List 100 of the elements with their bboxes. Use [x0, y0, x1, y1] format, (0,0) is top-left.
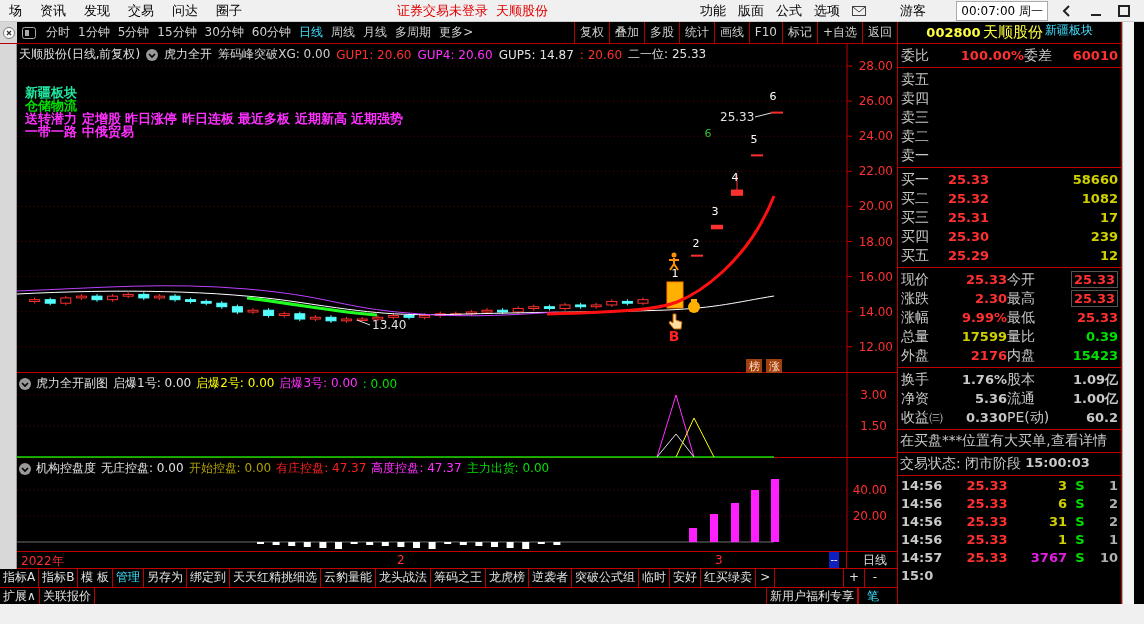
bid-label: 买三: [901, 208, 929, 227]
period-tab[interactable]: 30分钟: [200, 24, 248, 41]
date-label: 2: [397, 553, 405, 567]
formula-tab[interactable]: 临时: [639, 569, 671, 587]
date-label: 3: [715, 553, 723, 567]
tick-volume: 3: [1056, 477, 1067, 493]
sector-tag[interactable]: 新疆板块: [1044, 22, 1093, 39]
menu-item[interactable]: 圈子: [207, 1, 251, 20]
candlestick: [771, 111, 783, 114]
period-tab[interactable]: 5分钟: [113, 24, 154, 41]
candlestick: [751, 154, 763, 157]
menu-item[interactable]: 功能: [694, 1, 733, 20]
formula-tab[interactable]: 天天红精挑细选: [230, 569, 322, 587]
formula-tab[interactable]: 云豹量能: [321, 569, 377, 587]
scroll-bar[interactable]: [1122, 22, 1134, 604]
stock-code: 002800: [926, 25, 981, 40]
period-tab[interactable]: 周线: [327, 24, 360, 41]
maximize-icon[interactable]: [1116, 2, 1132, 19]
more-tabs-button[interactable]: >: [756, 569, 776, 587]
formula-tab[interactable]: 指标A: [0, 569, 40, 587]
zoom-button[interactable]: -: [864, 569, 885, 587]
field-value: 5.36: [973, 391, 1007, 406]
period-tab[interactable]: 60分钟: [247, 24, 296, 41]
candlestick: [169, 293, 181, 303]
formula-tab[interactable]: 逆袭者: [529, 569, 573, 587]
toolbar-button[interactable]: 叠加: [608, 22, 644, 43]
mail-icon[interactable]: [852, 5, 867, 16]
wave-number: 5: [750, 133, 758, 146]
toolbar-button[interactable]: 统计: [678, 22, 714, 43]
panel-toggle-icon[interactable]: [22, 26, 36, 39]
formula-tab[interactable]: 龙头战法: [376, 569, 432, 587]
toolbar-button[interactable]: 多股: [643, 22, 679, 43]
candlestick: [450, 311, 462, 317]
formula-tab[interactable]: 另存为: [144, 569, 188, 587]
tick-side: S: [1074, 531, 1086, 547]
axis-label: 14.00: [858, 304, 893, 319]
bid-price: 25.30: [946, 229, 989, 244]
tick-time: 14:57: [901, 549, 944, 565]
axis-label: 18.00: [858, 234, 893, 249]
candlestick: [372, 314, 384, 322]
field-value: 0.39: [1084, 329, 1118, 344]
chevron-icon[interactable]: [19, 462, 31, 475]
formula-tab[interactable]: 模 板: [78, 569, 114, 587]
leader-line: [356, 319, 371, 326]
user-name[interactable]: 游客: [900, 1, 927, 20]
indicator-name[interactable]: 机构控盘度: [36, 460, 96, 477]
field-value: 25.33: [1070, 290, 1118, 307]
axis-button[interactable]: --: [829, 552, 839, 568]
candlestick: [44, 297, 56, 306]
menu-item[interactable]: 场: [0, 1, 31, 20]
menu-item[interactable]: 问达: [163, 1, 207, 20]
close-icon[interactable]: [2, 26, 15, 39]
candlestick: [403, 312, 415, 320]
alert-message[interactable]: 在买盘***位置有大买单,查看详情: [898, 430, 1121, 453]
indicator-value: GUP1: 20.60: [336, 47, 412, 62]
formula-tab[interactable]: 绑定到: [187, 569, 231, 587]
menu-item[interactable]: 版面: [732, 1, 771, 20]
formula-tab[interactable]: 指标B: [39, 569, 79, 587]
candlestick: [419, 312, 431, 320]
period-tab[interactable]: 1分钟: [74, 24, 114, 41]
period-tab[interactable]: 日线: [295, 24, 328, 41]
indicator-value: : 0.00: [362, 376, 398, 391]
candlestick: [575, 302, 587, 310]
period-tab[interactable]: 多周期: [391, 24, 436, 41]
formula-tab[interactable]: 龙虎榜: [486, 569, 530, 587]
axis-label: 1.50: [860, 419, 887, 433]
indicator-name[interactable]: 虎力全开: [164, 46, 213, 63]
indicator-name[interactable]: 虎力全开副图: [36, 375, 108, 392]
field-label: 今开: [1007, 270, 1036, 289]
axis-label: 16.00: [858, 269, 893, 284]
login-notice[interactable]: 证券交易未登录: [397, 1, 489, 20]
field-value: 1.00亿: [1071, 389, 1118, 408]
formula-tab[interactable]: 管理: [113, 569, 145, 587]
field-label: 委差: [1024, 46, 1052, 65]
clock: 00:07:00 周一: [956, 0, 1048, 21]
menu-item[interactable]: 选项: [808, 1, 847, 20]
menu-item[interactable]: 资讯: [31, 1, 75, 20]
ask-label: 卖一: [901, 146, 929, 165]
period-tab[interactable]: 月线: [359, 24, 392, 41]
ask-label: 卖四: [901, 89, 929, 108]
menu-item[interactable]: 发现: [75, 1, 119, 20]
period-tab[interactable]: 更多>: [435, 24, 478, 41]
formula-tab[interactable]: 筹码之王: [431, 569, 487, 587]
period-tab[interactable]: 分时: [42, 24, 74, 41]
candlestick: [247, 307, 259, 315]
toolbar-button[interactable]: +自选: [816, 22, 862, 43]
period-tab[interactable]: 15分钟: [153, 24, 201, 41]
toolbar-button[interactable]: 标记: [781, 22, 817, 43]
formula-tab[interactable]: 突破公式组: [572, 569, 640, 587]
trade-status: 交易状态: 闭市阶段: [900, 455, 1022, 473]
menu-item[interactable]: 公式: [770, 1, 809, 20]
zoom-button[interactable]: +: [843, 569, 864, 587]
formula-tab[interactable]: 红买绿卖: [701, 569, 757, 587]
formula-tab[interactable]: 安好: [670, 569, 702, 587]
toolbar-button[interactable]: 画线: [713, 22, 749, 43]
menu-item[interactable]: 交易: [119, 1, 163, 20]
toolbar-button[interactable]: F10: [748, 22, 782, 43]
chevron-icon[interactable]: [146, 48, 159, 61]
toolbar-button[interactable]: 复权: [573, 22, 609, 43]
chevron-icon[interactable]: [19, 377, 31, 390]
